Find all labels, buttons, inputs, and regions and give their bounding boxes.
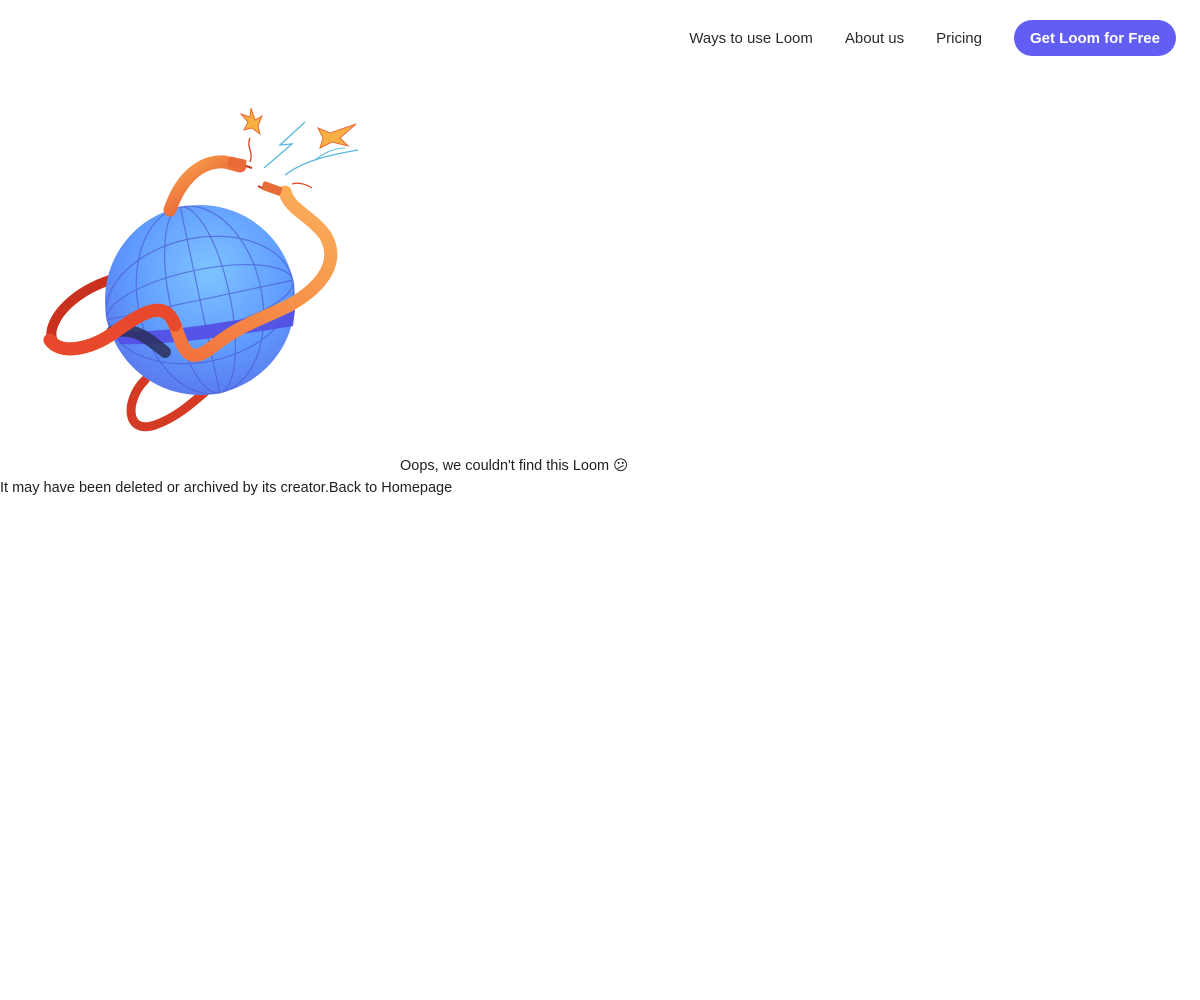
spark-wave-1 xyxy=(284,149,359,176)
error-message-line: It may have been deleted or archived by … xyxy=(0,480,452,496)
broken-globe-illustration xyxy=(43,107,359,432)
spark-line-red xyxy=(248,137,252,163)
error-title: Oops, we couldn't find this Loom 😕 xyxy=(400,458,629,474)
spark-star-top xyxy=(239,107,263,136)
get-loom-free-button[interactable]: Get Loom for Free xyxy=(1013,20,1176,56)
nav-link-pricing[interactable]: Pricing xyxy=(936,30,982,47)
nav-link-about-us[interactable]: About us xyxy=(845,30,904,47)
error-description: It may have been deleted or archived by … xyxy=(0,480,329,496)
back-to-homepage-link[interactable]: Back to Homepage xyxy=(329,480,452,496)
spark-lightning xyxy=(263,121,306,169)
cable-left-up xyxy=(163,155,247,217)
top-navigation: Ways to use Loom About us Pricing Get Lo… xyxy=(689,20,1176,56)
spark-star-right xyxy=(316,123,357,149)
plug-right xyxy=(261,181,283,196)
nav-link-ways-to-use[interactable]: Ways to use Loom xyxy=(689,30,813,47)
